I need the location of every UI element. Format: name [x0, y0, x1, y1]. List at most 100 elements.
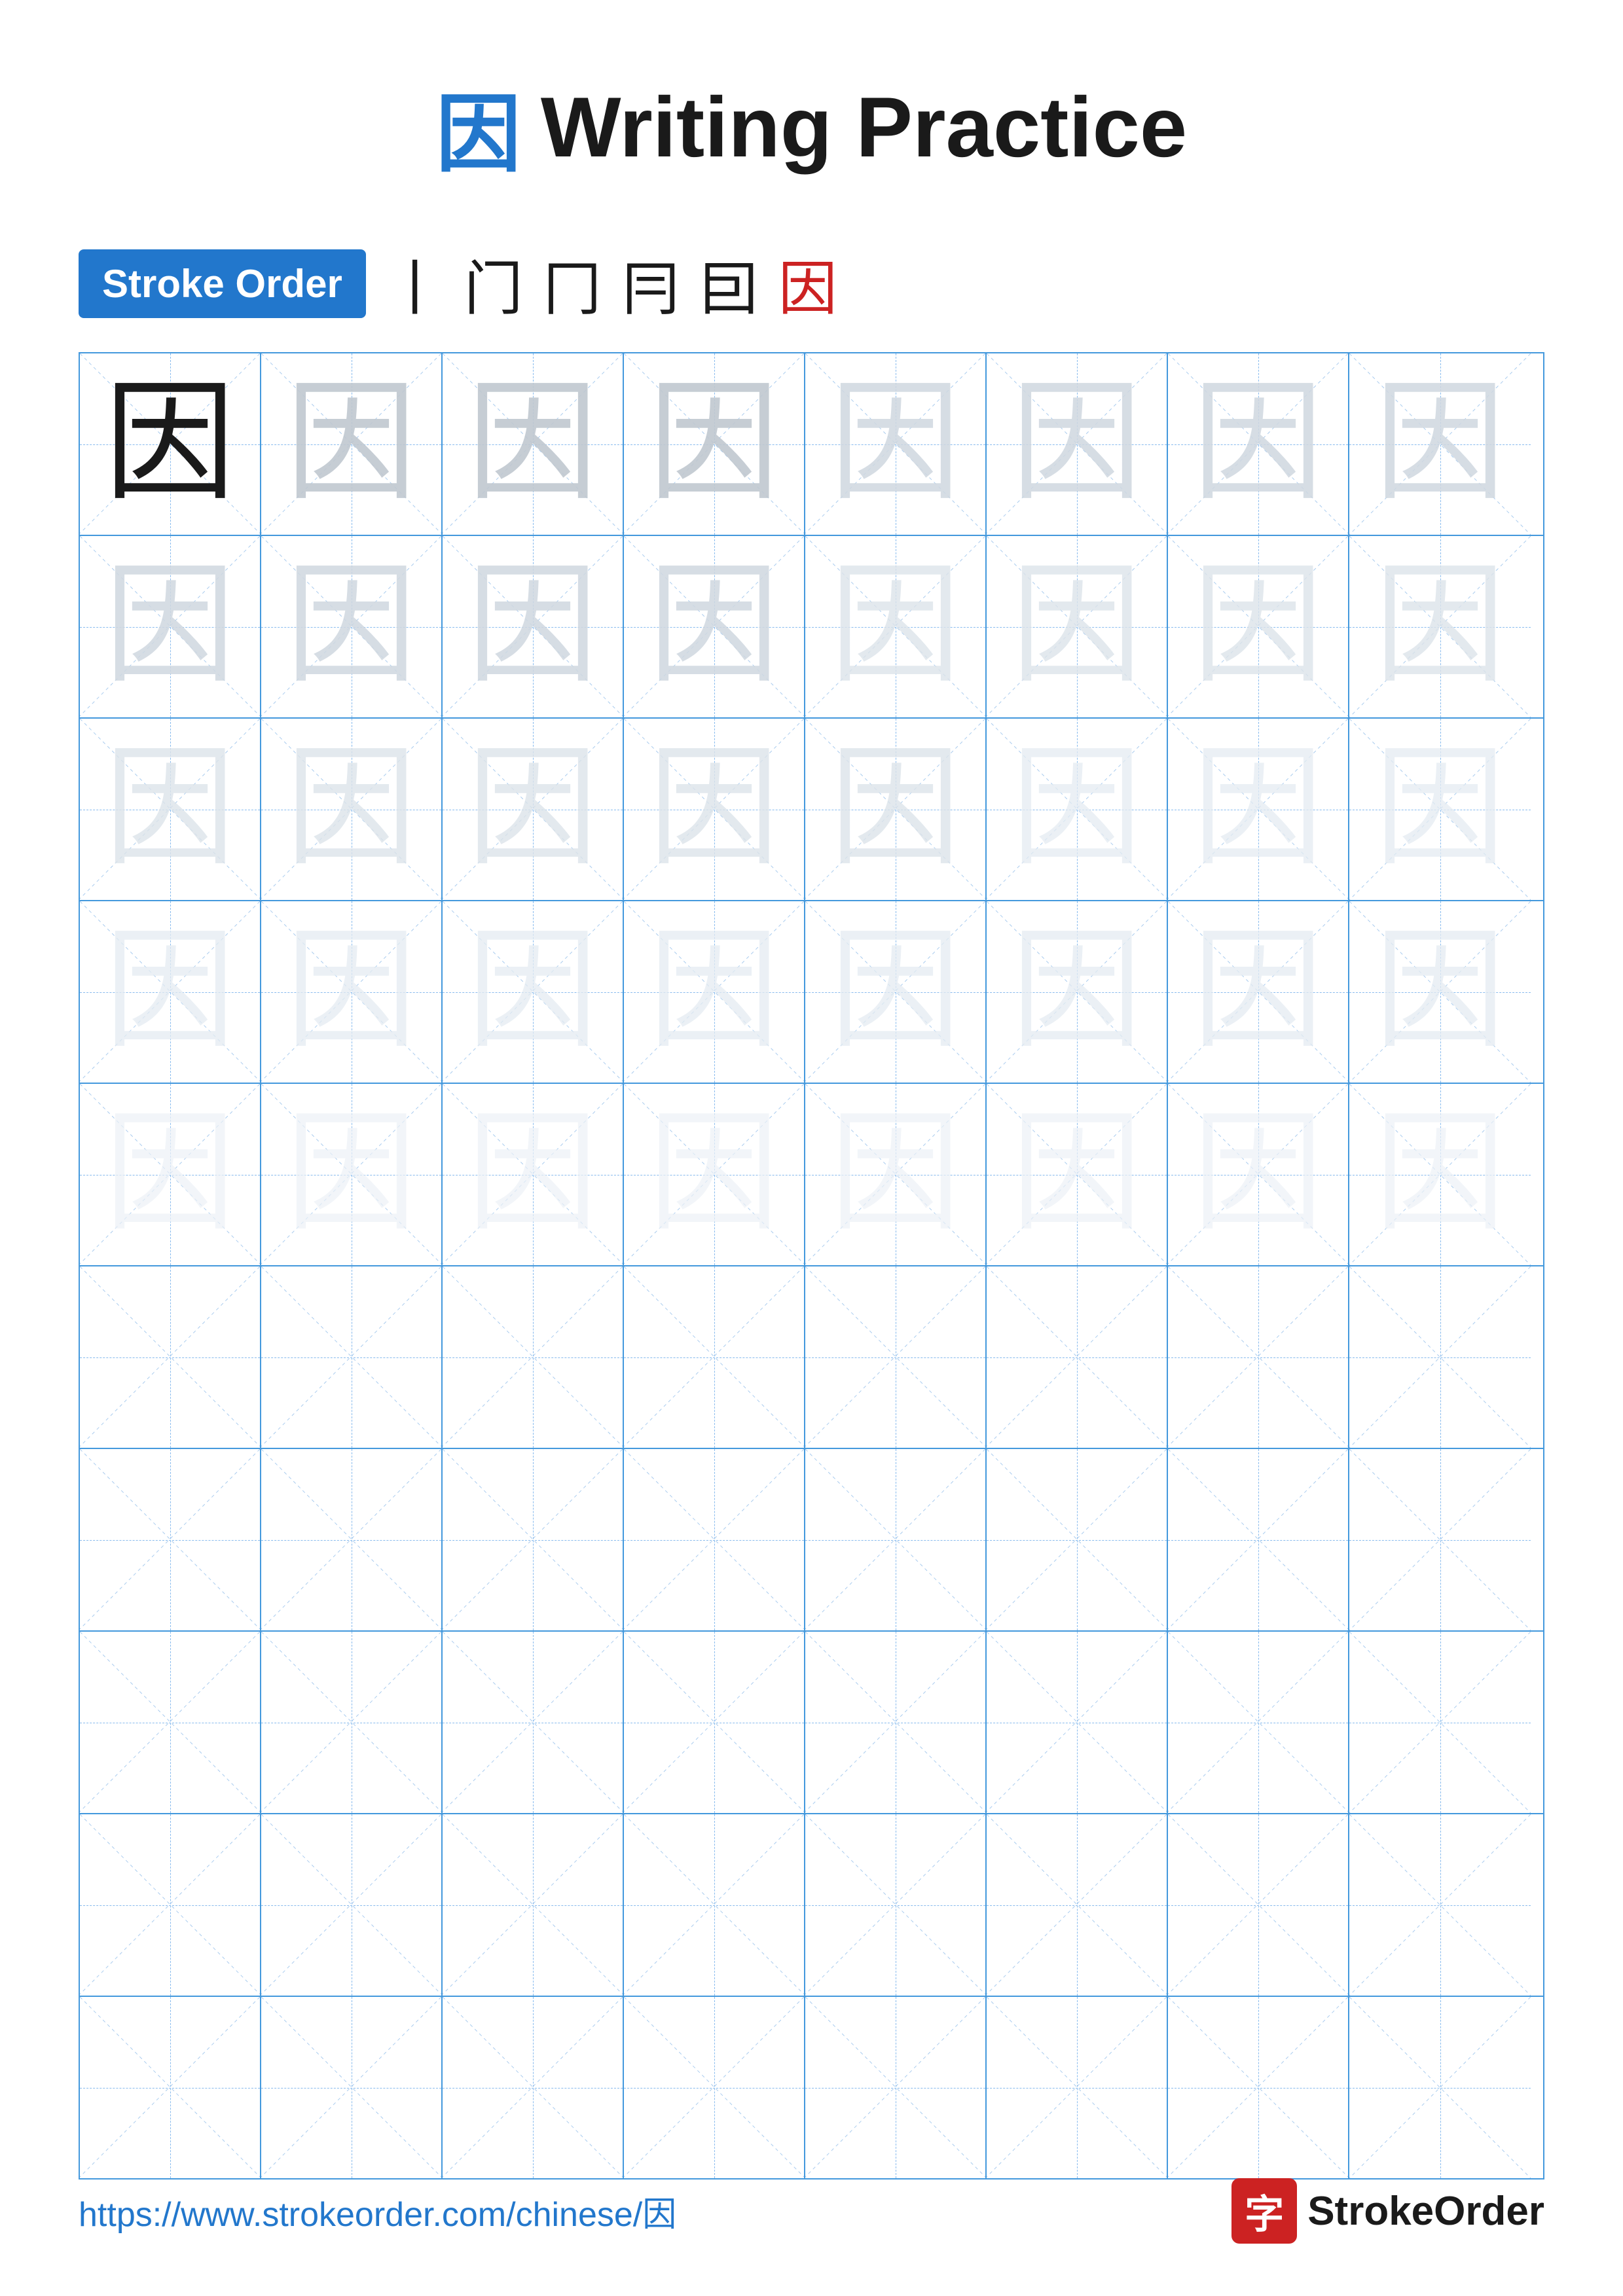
grid-cell[interactable]: 因 [80, 536, 261, 717]
grid-cell[interactable] [80, 1814, 261, 1996]
grid-cell[interactable]: 因 [1349, 536, 1531, 717]
grid-cell[interactable] [1168, 1449, 1349, 1630]
stroke-order-section: Stroke Order 丨 门 冂 冃 囙 因 [79, 241, 1544, 326]
grid-cell[interactable] [443, 1449, 624, 1630]
grid-cell[interactable]: 因 [1349, 901, 1531, 1083]
grid-cell[interactable] [805, 1632, 987, 1813]
grid-cell[interactable] [624, 1266, 805, 1448]
practice-grid: 因 因 因 因 因 因 因 因 [79, 352, 1544, 2179]
grid-cell[interactable]: 因 [80, 1084, 261, 1265]
grid-cell[interactable]: 因 [1168, 719, 1349, 900]
grid-cell[interactable]: 因 [1349, 1084, 1531, 1265]
footer-logo: 字 StrokeOrder [1231, 2178, 1544, 2244]
grid-cell[interactable] [805, 1266, 987, 1448]
grid-cell[interactable] [987, 1814, 1168, 1996]
grid-cell[interactable] [987, 1266, 1168, 1448]
grid-cell[interactable] [261, 1266, 443, 1448]
grid-cell[interactable]: 因 [624, 901, 805, 1083]
grid-cell[interactable] [261, 1997, 443, 2178]
grid-cell[interactable] [624, 1997, 805, 2178]
grid-cell[interactable]: 因 [624, 719, 805, 900]
grid-cell[interactable] [443, 1266, 624, 1448]
grid-cell[interactable]: 因 [624, 353, 805, 535]
grid-cell[interactable]: 因 [443, 353, 624, 535]
grid-cell[interactable]: 因 [987, 1084, 1168, 1265]
grid-cell[interactable]: 因 [261, 719, 443, 900]
grid-row-8 [80, 1632, 1543, 1814]
grid-cell[interactable] [805, 1997, 987, 2178]
grid-cell[interactable] [1349, 1632, 1531, 1813]
grid-cell[interactable]: 因 [261, 901, 443, 1083]
grid-cell[interactable] [1349, 1814, 1531, 1996]
grid-cell[interactable] [80, 1632, 261, 1813]
grid-row-6 [80, 1266, 1543, 1449]
grid-cell[interactable] [80, 1266, 261, 1448]
grid-cell[interactable]: 因 [1168, 353, 1349, 535]
grid-cell[interactable]: 因 [987, 353, 1168, 535]
grid-cell[interactable] [987, 1632, 1168, 1813]
grid-cell[interactable] [261, 1632, 443, 1813]
grid-cell[interactable]: 因 [987, 901, 1168, 1083]
grid-cell[interactable]: 因 [1349, 353, 1531, 535]
grid-cell[interactable] [1349, 1997, 1531, 2178]
grid-cell[interactable]: 因 [261, 1084, 443, 1265]
grid-cell[interactable]: 因 [1168, 1084, 1349, 1265]
grid-cell[interactable]: 因 [1168, 901, 1349, 1083]
grid-cell[interactable]: 因 [443, 901, 624, 1083]
title-character: 因 [436, 65, 521, 188]
grid-cell[interactable]: 因 [80, 719, 261, 900]
grid-cell[interactable] [1168, 1814, 1349, 1996]
grid-cell[interactable]: 因 [624, 1084, 805, 1265]
grid-cell[interactable]: 因 [80, 901, 261, 1083]
grid-cell[interactable] [261, 1449, 443, 1630]
stroke-5: 囙 [700, 241, 759, 326]
grid-cell[interactable] [1168, 1266, 1349, 1448]
grid-cell[interactable] [1349, 1449, 1531, 1630]
grid-cell[interactable] [1168, 1632, 1349, 1813]
title-text: Writing Practice [541, 78, 1187, 176]
grid-cell[interactable]: 因 [987, 719, 1168, 900]
grid-cell[interactable]: 因 [1168, 536, 1349, 717]
grid-row-1: 因 因 因 因 因 因 因 因 [80, 353, 1543, 536]
grid-cell[interactable] [1168, 1997, 1349, 2178]
grid-cell[interactable]: 因 [624, 536, 805, 717]
grid-cell[interactable]: 因 [443, 536, 624, 717]
grid-cell[interactable] [443, 1632, 624, 1813]
grid-row-5: 因 因 因 因 因 因 因 因 [80, 1084, 1543, 1266]
grid-cell[interactable] [80, 1997, 261, 2178]
grid-cell[interactable]: 因 [1349, 719, 1531, 900]
grid-cell[interactable] [80, 1449, 261, 1630]
grid-cell[interactable]: 因 [80, 353, 261, 535]
grid-cell[interactable] [443, 1997, 624, 2178]
footer-logo-text: StrokeOrder [1307, 2188, 1544, 2234]
stroke-6: 因 [778, 241, 837, 326]
footer: https://www.strokeorder.com/chinese/因 字 … [0, 2178, 1623, 2244]
page-title: 因 Writing Practice [0, 0, 1623, 188]
stroke-2: 门 [464, 241, 523, 326]
grid-cell[interactable] [624, 1814, 805, 1996]
grid-cell[interactable]: 因 [805, 353, 987, 535]
grid-cell[interactable] [987, 1997, 1168, 2178]
grid-cell[interactable] [443, 1814, 624, 1996]
grid-row-10 [80, 1997, 1543, 2178]
grid-row-2: 因 因 因 因 因 因 因 因 [80, 536, 1543, 719]
grid-cell[interactable] [1349, 1266, 1531, 1448]
grid-cell[interactable]: 因 [805, 901, 987, 1083]
grid-cell[interactable] [805, 1449, 987, 1630]
grid-cell[interactable] [805, 1814, 987, 1996]
grid-cell[interactable]: 因 [987, 536, 1168, 717]
grid-cell[interactable]: 因 [261, 353, 443, 535]
grid-cell[interactable]: 因 [805, 1084, 987, 1265]
grid-cell[interactable]: 因 [443, 1084, 624, 1265]
grid-cell[interactable] [261, 1814, 443, 1996]
grid-cell[interactable]: 因 [261, 536, 443, 717]
grid-cell[interactable]: 因 [805, 536, 987, 717]
grid-cell[interactable]: 因 [805, 719, 987, 900]
footer-url[interactable]: https://www.strokeorder.com/chinese/因 [79, 2187, 676, 2236]
grid-cell[interactable] [624, 1449, 805, 1630]
grid-cell[interactable] [987, 1449, 1168, 1630]
grid-row-4: 因 因 因 因 因 因 因 因 [80, 901, 1543, 1084]
grid-cell[interactable] [624, 1632, 805, 1813]
stroke-sequence: 丨 门 冂 冃 囙 因 [386, 241, 837, 326]
grid-cell[interactable]: 因 [443, 719, 624, 900]
